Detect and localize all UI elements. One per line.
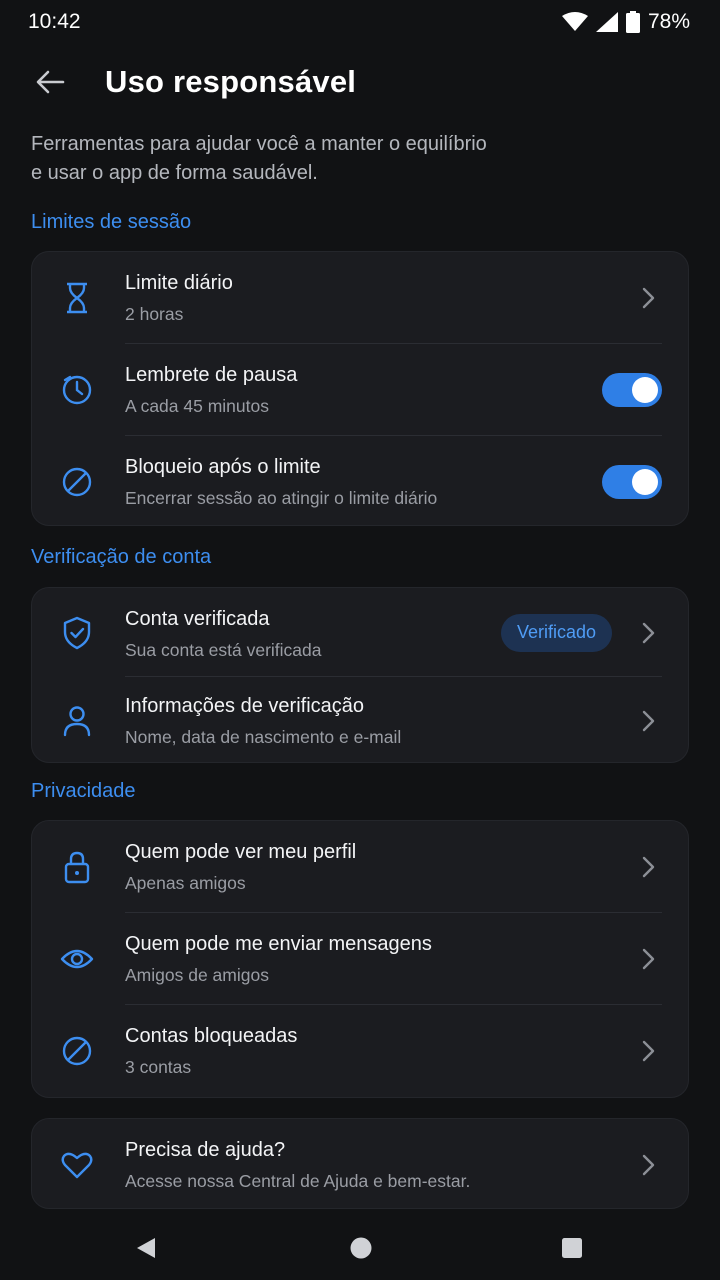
section-title-verification: Verificação de conta <box>31 546 212 568</box>
row-daily-limit[interactable]: Limite diário 2 horas <box>32 252 688 344</box>
system-nav-bar <box>0 1218 720 1280</box>
section-title-privacy: Privacidade <box>31 780 136 802</box>
nav-back-button[interactable] <box>134 1236 158 1265</box>
signal-icon <box>595 12 618 32</box>
row-blocked-accounts[interactable]: Contas bloqueadas 3 contas <box>32 1005 688 1097</box>
row-title: Contas bloqueadas <box>125 1025 298 1047</box>
row-subtitle: Amigos de amigos <box>125 965 269 985</box>
status-badge: Verificado <box>500 613 612 652</box>
chevron-right-icon <box>638 621 658 645</box>
row-title: Limite diário <box>125 272 233 294</box>
status-icons: 78% <box>561 10 690 34</box>
block-icon <box>60 1034 94 1068</box>
app-bar: Uso responsável <box>0 50 720 118</box>
back-button[interactable] <box>26 62 74 106</box>
row-account-verified[interactable]: Conta verificada Sua conta está verifica… <box>32 588 688 677</box>
chevron-right-icon <box>638 855 658 879</box>
row-who-can-message[interactable]: Quem pode me enviar mensagens Amigos de … <box>32 913 688 1005</box>
toggle-knob <box>632 377 658 403</box>
arrow-left-icon <box>35 69 65 100</box>
status-bar: 10:42 78% <box>0 0 720 44</box>
block-icon <box>60 465 94 499</box>
person-icon <box>60 704 94 738</box>
intro-line-1: Ferramentas para ajudar você a manter o … <box>31 133 487 155</box>
card-session: Limite diário 2 horas Lembrete de pausa … <box>31 251 689 526</box>
eye-icon <box>60 942 94 976</box>
row-subtitle: 3 contas <box>125 1057 192 1077</box>
row-subtitle: Encerrar sessão ao atingir o limite diár… <box>125 488 438 508</box>
row-title: Quem pode ver meu perfil <box>125 841 357 863</box>
row-subtitle: Apenas amigos <box>125 873 246 893</box>
row-need-help[interactable]: Precisa de ajuda? Acesse nossa Central d… <box>32 1119 688 1208</box>
battery-icon <box>625 11 640 33</box>
chevron-right-icon <box>638 286 658 310</box>
row-title: Bloqueio após o limite <box>125 456 321 478</box>
row-block-after-limit[interactable]: Bloqueio após o limite Encerrar sessão a… <box>32 436 688 525</box>
shield-check-icon <box>60 616 94 650</box>
triangle-back-icon <box>137 1238 155 1258</box>
circle-home-icon <box>350 1237 372 1259</box>
row-break-reminder[interactable]: Lembrete de pausa A cada 45 minutos <box>32 344 688 436</box>
section-title-session: Limites de sessão <box>31 211 192 233</box>
row-subtitle: Acesse nossa Central de Ajuda e bem-esta… <box>125 1171 471 1191</box>
nav-home-button[interactable] <box>349 1236 373 1265</box>
card-verification: Conta verificada Sua conta está verifica… <box>31 587 689 763</box>
toggle-knob <box>632 468 658 495</box>
chevron-right-icon <box>638 1153 658 1177</box>
row-title: Conta verificada <box>125 608 270 630</box>
break-reminder-toggle[interactable] <box>602 373 662 407</box>
clock-icon <box>60 373 94 407</box>
block-after-limit-toggle[interactable] <box>602 464 662 499</box>
row-title: Lembrete de pausa <box>125 364 298 386</box>
chevron-right-icon <box>638 947 658 971</box>
row-profile-visibility[interactable]: Quem pode ver meu perfil Apenas amigos <box>32 821 688 913</box>
page-title: Uso responsável <box>105 64 357 99</box>
row-subtitle: A cada 45 minutos <box>125 396 269 416</box>
intro-line-2: e usar o app de forma saudável. <box>31 162 318 184</box>
row-title: Precisa de ajuda? <box>125 1139 286 1161</box>
chevron-right-icon <box>638 1039 658 1063</box>
row-subtitle: Sua conta está verificada <box>125 640 322 660</box>
battery-level: 78% <box>647 10 690 33</box>
lock-icon <box>60 850 94 884</box>
row-title: Quem pode me enviar mensagens <box>125 933 432 955</box>
row-verification-info[interactable]: Informações de verificação Nome, data de… <box>32 677 688 762</box>
nav-recents-button[interactable] <box>561 1237 583 1264</box>
chevron-right-icon <box>638 709 658 733</box>
hourglass-icon <box>60 281 94 315</box>
intro-text: Ferramentas para ajudar você a manter o … <box>31 130 671 188</box>
card-help: Precisa de ajuda? Acesse nossa Central d… <box>31 1118 689 1209</box>
square-recents-icon <box>562 1238 582 1258</box>
row-title: Informações de verificação <box>125 695 365 717</box>
status-time: 10:42 <box>28 10 81 33</box>
card-privacy: Quem pode ver meu perfil Apenas amigos Q… <box>31 820 689 1098</box>
row-subtitle: 2 horas <box>125 304 184 324</box>
heart-icon <box>60 1148 94 1182</box>
row-subtitle: Nome, data de nascimento e e-mail <box>125 727 402 747</box>
wifi-icon <box>561 12 588 32</box>
